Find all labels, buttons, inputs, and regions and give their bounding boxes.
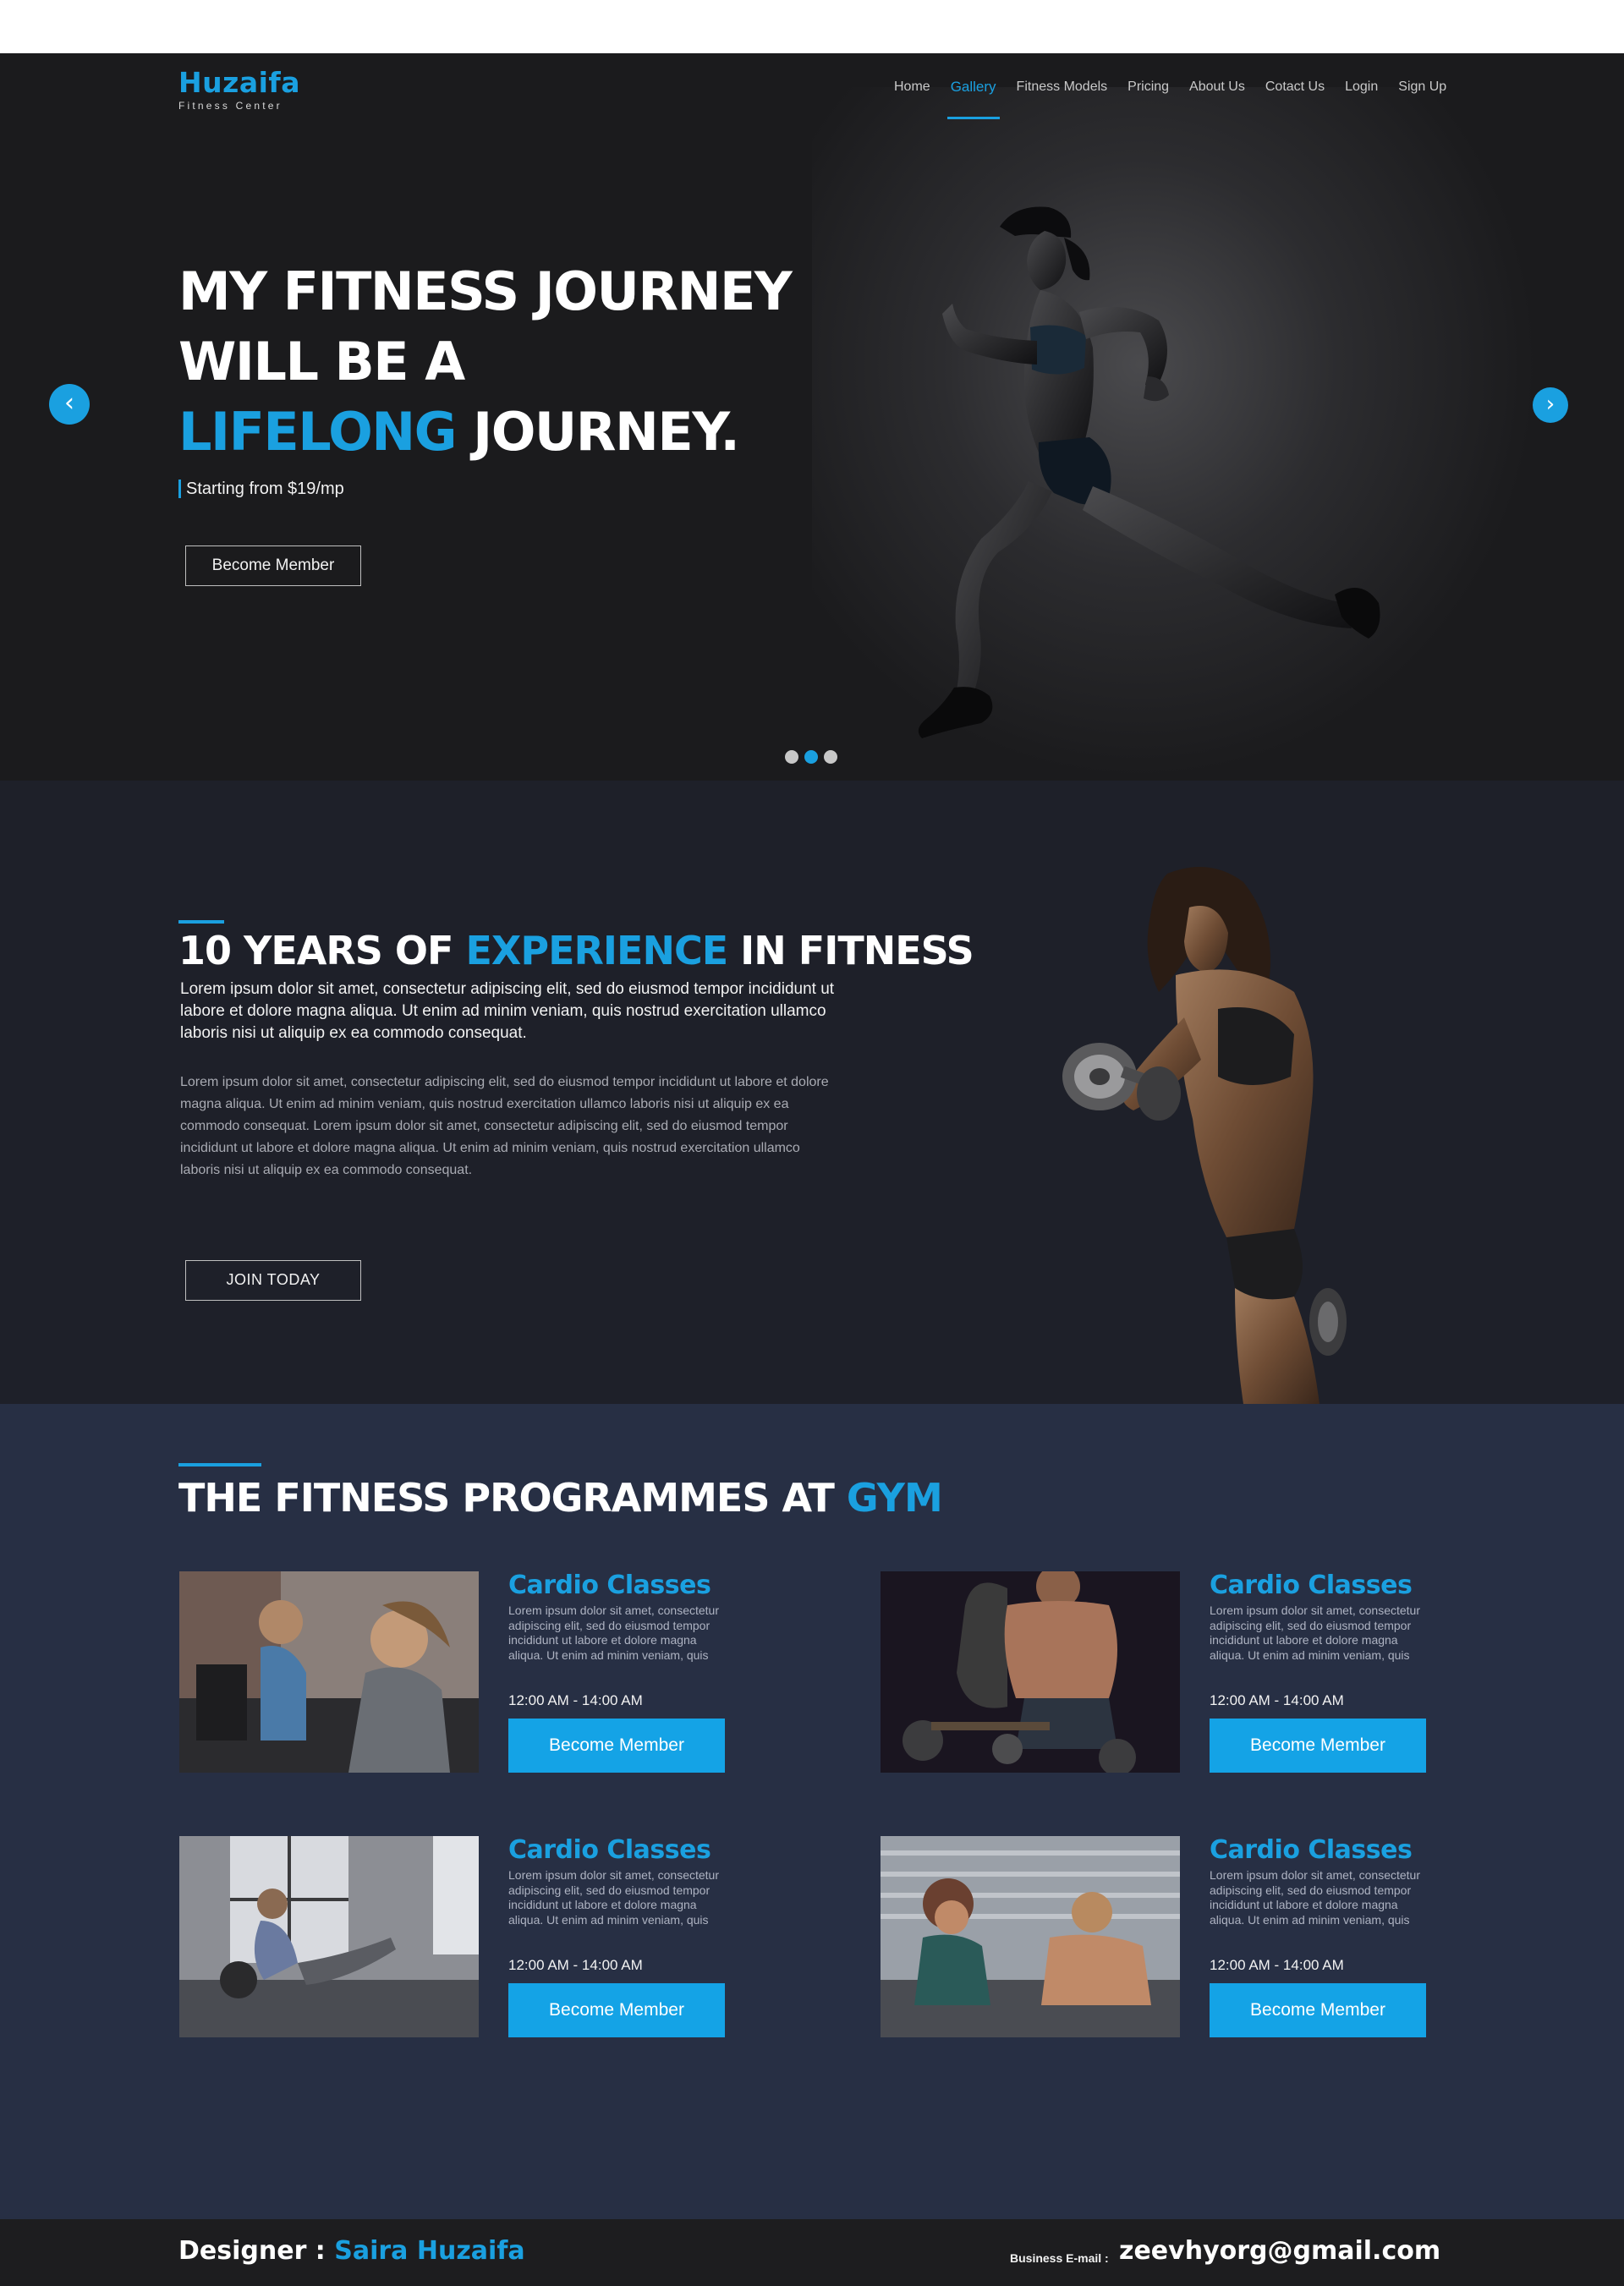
carousel-next-button[interactable]: ›: [1533, 387, 1568, 423]
email-label: Business E-mail :: [1010, 2251, 1109, 2265]
programme-time: 12:00 AM - 14:00 AM: [1210, 1692, 1344, 1708]
programme-title: Cardio Classes: [1210, 1835, 1413, 1865]
programme-description: Lorem ipsum dolor sit amet, consectetur …: [508, 1868, 719, 1927]
programme-description: Lorem ipsum dolor sit amet, consectetur …: [1210, 1603, 1420, 1662]
programme-title: Cardio Classes: [1210, 1571, 1413, 1600]
hero-section: Huzaifa Fitness Center Home Gallery Fitn…: [0, 53, 1624, 781]
become-member-button[interactable]: Become Member: [1210, 1983, 1426, 2037]
logo-tagline: Fitness Center: [178, 100, 283, 112]
carousel-dot-3[interactable]: [824, 750, 837, 764]
carousel-dot-2[interactable]: [804, 750, 818, 764]
designer-credit: Designer : Saira Huzaifa: [178, 2234, 525, 2268]
dumbbell-model-photo: [1062, 867, 1347, 1404]
programmes-section: THE FITNESS PROGRAMMES AT GYM Cardio Cla…: [0, 1404, 1624, 2219]
experience-heading: 10 YEARS OF EXPERIENCE IN FITNESS: [178, 924, 974, 977]
hero-headline-accent: LIFELONG: [178, 401, 458, 463]
programme-card: Cardio Classes Lorem ipsum dolor sit ame…: [881, 1571, 1557, 1774]
programmes-heading: THE FITNESS PROGRAMMES AT GYM: [178, 1472, 943, 1524]
carousel-prev-button[interactable]: ‹: [49, 384, 90, 425]
nav-item-fitness-models[interactable]: Fitness Models: [1007, 77, 1118, 97]
plank-couple-photo: [881, 1836, 1180, 2037]
chevron-left-icon: ‹: [64, 388, 74, 418]
hero-headline-line-2: WILL BE A: [178, 331, 465, 392]
programme-card: Cardio Classes Lorem ipsum dolor sit ame…: [881, 1835, 1557, 2039]
footer: Designer : Saira Huzaifa Business E-mail…: [0, 2219, 1624, 2286]
bodybuilder-photo: [881, 1571, 1180, 1773]
medicine-ball-photo: [179, 1836, 479, 2037]
hero-headline-line-3-rest: JOURNEY.: [456, 401, 740, 463]
programme-description: Lorem ipsum dolor sit amet, consectetur …: [508, 1603, 719, 1662]
nav-item-about-us[interactable]: About Us: [1179, 77, 1255, 97]
programme-time: 12:00 AM - 14:00 AM: [508, 1957, 643, 1973]
logo-name: Huzaifa: [178, 66, 301, 99]
designer-name: Saira Huzaifa: [334, 2236, 525, 2266]
nav-item-sign-up[interactable]: Sign Up: [1388, 77, 1457, 97]
carousel-dots: [785, 750, 837, 764]
programme-card: Cardio Classes Lorem ipsum dolor sit ame…: [179, 1571, 856, 1774]
carousel-dot-1[interactable]: [785, 750, 798, 764]
experience-section: 10 YEARS OF EXPERIENCE IN FITNESS Lorem …: [0, 781, 1624, 1404]
designer-label: Designer :: [178, 2236, 335, 2266]
become-member-button[interactable]: Become Member: [508, 1983, 725, 2037]
programme-card: Cardio Classes Lorem ipsum dolor sit ame…: [179, 1835, 856, 2039]
main-nav: Home Gallery Fitness Models Pricing Abou…: [884, 77, 1457, 119]
hero-price-text: Starting from $19/mp: [178, 480, 344, 498]
programme-time: 12:00 AM - 14:00 AM: [1210, 1957, 1344, 1973]
become-member-button[interactable]: Become Member: [508, 1719, 725, 1773]
programme-time: 12:00 AM - 14:00 AM: [508, 1692, 643, 1708]
top-whitespace: [0, 0, 1624, 53]
section-accent-bar: [178, 920, 224, 924]
treadmill-photo: [179, 1571, 479, 1773]
email-link[interactable]: zeevhyorg@gmail.com: [1119, 2234, 1440, 2268]
nav-item-contact-us[interactable]: Cotact Us: [1255, 77, 1335, 97]
hero-headline-line-3: LIFELONG JOURNEY.: [178, 397, 791, 467]
logo[interactable]: Huzaifa Fitness Center: [178, 67, 300, 112]
runner-photo: [918, 206, 1380, 738]
become-member-button[interactable]: Become Member: [185, 545, 361, 586]
experience-heading-post: IN FITNESS: [727, 928, 974, 973]
nav-item-pricing[interactable]: Pricing: [1117, 77, 1179, 97]
experience-heading-accent: EXPERIENCE: [465, 928, 728, 973]
section-accent-bar: [178, 1463, 261, 1466]
experience-lead-text: Lorem ipsum dolor sit amet, consectetur …: [180, 980, 835, 1042]
hero-headline-line-1: MY FITNESS JOURNEY: [178, 260, 793, 322]
nav-item-gallery[interactable]: Gallery: [941, 77, 1007, 119]
join-today-button[interactable]: JOIN TODAY: [185, 1260, 361, 1301]
nav-item-login[interactable]: Login: [1335, 77, 1388, 97]
experience-body-text: Lorem ipsum dolor sit amet, consectetur …: [180, 1075, 829, 1177]
programmes-heading-pre: THE FITNESS PROGRAMMES AT: [178, 1475, 847, 1521]
programme-title: Cardio Classes: [508, 1571, 711, 1600]
hero-headline: MY FITNESS JOURNEY WILL BE A LIFELONG JO…: [178, 256, 793, 467]
chevron-right-icon: ›: [1545, 392, 1555, 417]
programme-description: Lorem ipsum dolor sit amet, consectetur …: [1210, 1868, 1420, 1927]
programme-title: Cardio Classes: [508, 1835, 711, 1865]
nav-item-home[interactable]: Home: [884, 77, 941, 97]
programmes-heading-accent: GYM: [846, 1475, 943, 1521]
become-member-button[interactable]: Become Member: [1210, 1719, 1426, 1773]
experience-heading-pre: 10 YEARS OF: [178, 928, 466, 973]
